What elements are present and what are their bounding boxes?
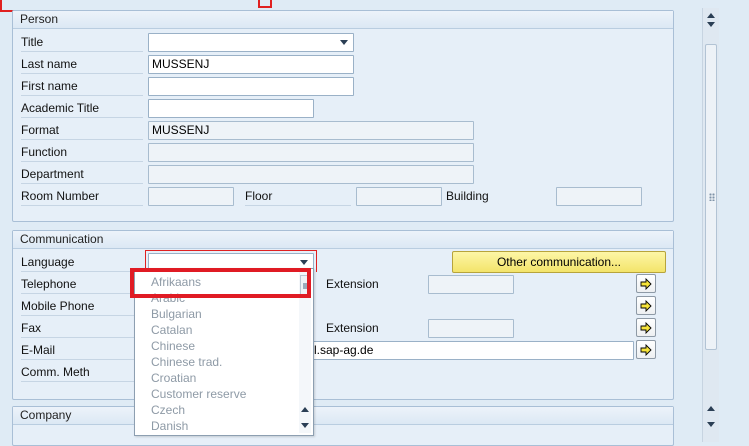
room-number-input[interactable]	[148, 187, 234, 206]
first-name-input[interactable]	[148, 77, 354, 96]
grip-icon	[709, 193, 715, 201]
other-communication-button[interactable]: Other communication...	[452, 251, 666, 273]
arrow-right-icon	[640, 278, 652, 290]
list-item[interactable]: Chinese trad.	[151, 354, 222, 370]
first-name-label: First name	[21, 77, 143, 96]
person-group-title: Person	[13, 11, 673, 29]
arrow-right-icon	[640, 322, 652, 334]
scrollbar-thumb[interactable]	[705, 44, 717, 350]
department-label: Department	[21, 165, 143, 184]
function-label: Function	[21, 143, 143, 162]
telephone-label: Telephone	[21, 275, 143, 294]
extension-label: Extension	[326, 277, 379, 291]
chevron-down-icon[interactable]	[338, 36, 351, 49]
highlight-box	[130, 268, 311, 298]
fax-label: Fax	[21, 319, 143, 338]
company-group: Company	[12, 406, 674, 446]
list-item[interactable]: Czech	[151, 402, 185, 418]
list-item[interactable]: Danish	[151, 418, 188, 434]
fax-extension-input[interactable]	[428, 319, 514, 338]
last-name-input[interactable]: MUSSENJ	[148, 55, 354, 74]
title-dropdown[interactable]	[148, 33, 354, 52]
communication-group-title: Communication	[13, 231, 673, 249]
department-input[interactable]	[148, 165, 474, 184]
list-item[interactable]: Bulgarian	[151, 306, 202, 322]
list-item[interactable]: Catalan	[151, 322, 192, 338]
list-item[interactable]: Croatian	[151, 370, 196, 386]
scroll-down-icon[interactable]	[301, 423, 309, 428]
scroll-up-icon[interactable]	[707, 13, 715, 18]
mobile-phone-label: Mobile Phone	[21, 297, 143, 316]
format-label: Format	[21, 121, 143, 140]
email-more-button[interactable]	[636, 340, 656, 359]
academic-title-label: Academic Title	[21, 99, 143, 118]
floor-label: Floor	[245, 187, 351, 206]
focus-marker-top	[258, 0, 272, 8]
arrow-right-icon	[640, 300, 652, 312]
fax-extension-label: Extension	[326, 321, 379, 335]
scroll-up-page-icon[interactable]	[707, 22, 715, 27]
company-group-title: Company	[13, 407, 673, 425]
telephone-more-button[interactable]	[636, 274, 656, 293]
comm-meth-label: Comm. Meth	[21, 363, 143, 382]
academic-title-input[interactable]	[148, 99, 314, 118]
building-input[interactable]	[556, 187, 642, 206]
language-label: Language	[21, 253, 143, 272]
vertical-scrollbar[interactable]	[702, 8, 719, 442]
list-item[interactable]: Chinese	[151, 338, 195, 354]
telephone-extension-input[interactable]	[428, 275, 514, 294]
scroll-down-icon[interactable]	[707, 422, 715, 427]
scroll-up-icon[interactable]	[301, 407, 309, 412]
title-label: Title	[21, 33, 143, 52]
scroll-down-page-icon[interactable]	[707, 406, 715, 411]
function-input[interactable]	[148, 143, 474, 162]
list-item[interactable]: Customer reserve	[151, 386, 246, 402]
format-input[interactable]: MUSSENJ	[148, 121, 474, 140]
arrow-right-icon	[640, 344, 652, 356]
fax-more-button[interactable]	[636, 318, 656, 337]
mobile-more-button[interactable]	[636, 296, 656, 315]
building-label: Building	[446, 189, 489, 203]
floor-input[interactable]	[356, 187, 442, 206]
last-name-label: Last name	[21, 55, 143, 74]
room-number-label: Room Number	[21, 187, 143, 206]
email-label: E-Mail	[21, 341, 143, 360]
